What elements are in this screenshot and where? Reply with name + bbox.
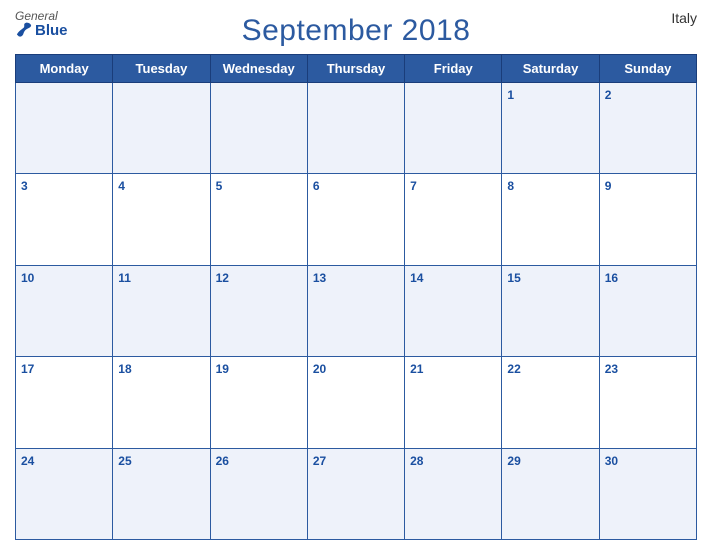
logo-blue-container: Blue xyxy=(15,22,68,38)
table-row: 17 18 19 20 21 22 23 xyxy=(16,357,697,448)
col-monday: Monday xyxy=(16,55,113,83)
table-cell: 24 xyxy=(16,448,113,539)
table-cell: 8 xyxy=(502,174,599,265)
day-number: 4 xyxy=(118,179,125,193)
table-cell: 1 xyxy=(502,83,599,174)
calendar-grid-container: Monday Tuesday Wednesday Thursday Friday… xyxy=(15,54,697,540)
day-number: 2 xyxy=(605,88,612,102)
table-cell: 14 xyxy=(405,265,502,356)
table-cell: 20 xyxy=(307,357,404,448)
day-number: 22 xyxy=(507,362,520,376)
table-cell: 5 xyxy=(210,174,307,265)
day-number: 1 xyxy=(507,88,514,102)
day-number: 18 xyxy=(118,362,131,376)
day-number: 17 xyxy=(21,362,34,376)
table-row: 10 11 12 13 14 15 16 xyxy=(16,265,697,356)
table-cell xyxy=(405,83,502,174)
day-number: 6 xyxy=(313,179,320,193)
col-sunday: Sunday xyxy=(599,55,696,83)
table-cell: 16 xyxy=(599,265,696,356)
table-cell: 11 xyxy=(113,265,210,356)
col-friday: Friday xyxy=(405,55,502,83)
day-number: 8 xyxy=(507,179,514,193)
day-number: 25 xyxy=(118,454,131,468)
day-number: 9 xyxy=(605,179,612,193)
table-cell xyxy=(113,83,210,174)
country-label: Italy xyxy=(671,10,697,26)
day-number: 27 xyxy=(313,454,326,468)
table-row: 1 2 xyxy=(16,83,697,174)
logo: General Blue xyxy=(15,10,68,38)
calendar-tbody: 1 2 3 4 5 6 7 8 9 10 11 12 13 14 xyxy=(16,83,697,540)
table-cell: 22 xyxy=(502,357,599,448)
col-thursday: Thursday xyxy=(307,55,404,83)
calendar-thead: Monday Tuesday Wednesday Thursday Friday… xyxy=(16,55,697,83)
logo-general-text: General xyxy=(15,10,58,22)
col-saturday: Saturday xyxy=(502,55,599,83)
calendar-page: General Blue September 2018 Italy Monday… xyxy=(0,0,712,550)
table-cell: 23 xyxy=(599,357,696,448)
day-number: 5 xyxy=(216,179,223,193)
calendar-table: Monday Tuesday Wednesday Thursday Friday… xyxy=(15,54,697,540)
table-cell: 26 xyxy=(210,448,307,539)
logo-bird-icon xyxy=(15,22,33,38)
table-cell: 30 xyxy=(599,448,696,539)
day-number: 28 xyxy=(410,454,423,468)
table-cell: 6 xyxy=(307,174,404,265)
table-cell: 7 xyxy=(405,174,502,265)
day-number: 12 xyxy=(216,271,229,285)
table-cell: 4 xyxy=(113,174,210,265)
col-wednesday: Wednesday xyxy=(210,55,307,83)
table-cell: 27 xyxy=(307,448,404,539)
table-cell: 12 xyxy=(210,265,307,356)
day-number: 26 xyxy=(216,454,229,468)
day-number: 23 xyxy=(605,362,618,376)
table-cell: 15 xyxy=(502,265,599,356)
day-number: 19 xyxy=(216,362,229,376)
table-cell xyxy=(210,83,307,174)
table-cell: 3 xyxy=(16,174,113,265)
day-number: 11 xyxy=(118,271,131,285)
day-number: 29 xyxy=(507,454,520,468)
table-cell: 19 xyxy=(210,357,307,448)
calendar-header: General Blue September 2018 Italy xyxy=(15,10,697,54)
day-number: 10 xyxy=(21,271,34,285)
day-number: 16 xyxy=(605,271,618,285)
day-number: 30 xyxy=(605,454,618,468)
table-cell: 28 xyxy=(405,448,502,539)
table-row: 3 4 5 6 7 8 9 xyxy=(16,174,697,265)
table-cell: 18 xyxy=(113,357,210,448)
table-cell: 25 xyxy=(113,448,210,539)
day-number: 13 xyxy=(313,271,326,285)
day-number: 15 xyxy=(507,271,520,285)
col-tuesday: Tuesday xyxy=(113,55,210,83)
table-cell xyxy=(307,83,404,174)
table-cell xyxy=(16,83,113,174)
day-number: 3 xyxy=(21,179,28,193)
table-cell: 29 xyxy=(502,448,599,539)
table-cell: 17 xyxy=(16,357,113,448)
table-cell: 13 xyxy=(307,265,404,356)
day-number: 20 xyxy=(313,362,326,376)
day-number: 7 xyxy=(410,179,417,193)
header-row: Monday Tuesday Wednesday Thursday Friday… xyxy=(16,55,697,83)
table-cell: 9 xyxy=(599,174,696,265)
logo-blue-text: Blue xyxy=(35,23,68,38)
day-number: 24 xyxy=(21,454,34,468)
table-cell: 2 xyxy=(599,83,696,174)
table-row: 24 25 26 27 28 29 30 xyxy=(16,448,697,539)
calendar-title: September 2018 xyxy=(242,14,471,48)
day-number: 14 xyxy=(410,271,423,285)
table-cell: 21 xyxy=(405,357,502,448)
table-cell: 10 xyxy=(16,265,113,356)
day-number: 21 xyxy=(410,362,423,376)
